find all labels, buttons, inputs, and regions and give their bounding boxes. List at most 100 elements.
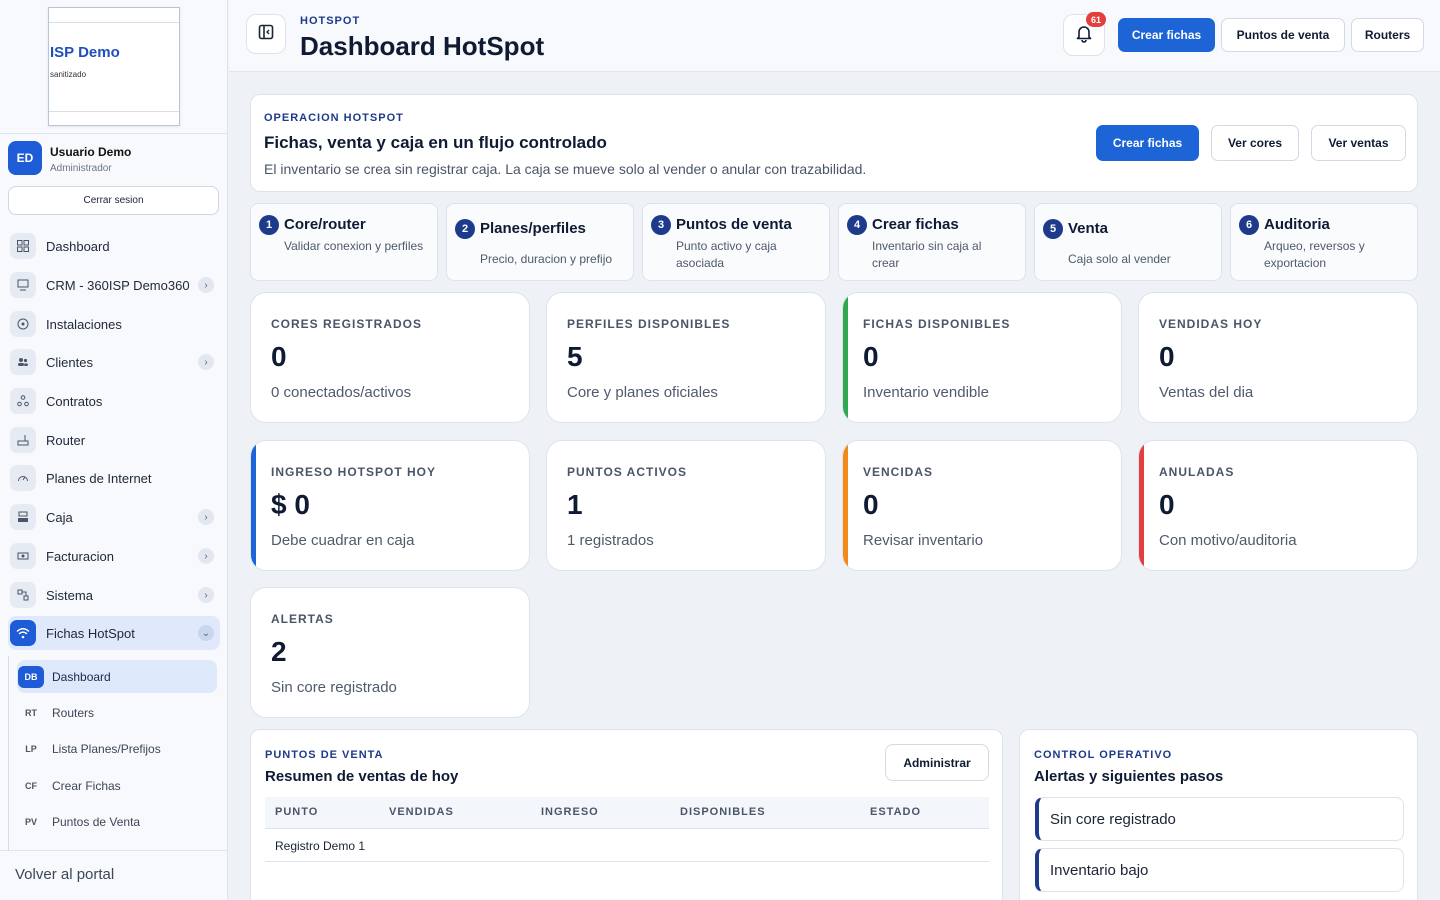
sidebar-item-label: Router bbox=[46, 432, 86, 448]
table-row[interactable]: Registro Demo 1 bbox=[265, 829, 989, 862]
section-kicker: CONTROL OPERATIVO bbox=[1034, 749, 1173, 761]
sidebar-item-sistema[interactable]: Sistema › bbox=[8, 578, 220, 612]
submenu-item-label: Dashboard bbox=[52, 669, 111, 684]
step-description: Precio, duracion y prefijo bbox=[480, 252, 613, 266]
stat-value: 0 bbox=[863, 489, 879, 520]
step-number: 3 bbox=[651, 215, 671, 235]
chevron-right-icon[interactable]: › bbox=[198, 548, 214, 564]
sidebar-item-label: Planes de Internet bbox=[46, 470, 152, 486]
sidebar-item-contratos[interactable]: Contratos bbox=[8, 384, 220, 418]
step-card-core-router[interactable]: 1 Core/router Validar conexion y perfile… bbox=[250, 203, 438, 281]
sidebar-item-label: Caja bbox=[46, 509, 73, 525]
sidebar-item-facturacion[interactable]: Facturacion › bbox=[8, 539, 220, 573]
wifi-icon bbox=[10, 620, 36, 646]
sidebar-toggle-button[interactable] bbox=[246, 14, 286, 54]
sidebar-item-label: Sistema bbox=[46, 587, 93, 603]
stat-label: INGRESO HOTSPOT HOY bbox=[271, 465, 437, 479]
stat-label: ALERTAS bbox=[271, 612, 334, 626]
control-card: CONTROL OPERATIVO Alertas y siguientes p… bbox=[1019, 729, 1418, 900]
sidebar-item-label: Fichas HotSpot bbox=[46, 625, 135, 641]
stat-value: 0 bbox=[863, 341, 879, 372]
chevron-right-icon[interactable]: › bbox=[198, 277, 214, 293]
logo-divider bbox=[49, 111, 179, 112]
step-card-venta[interactable]: 5 Venta Caja solo al vender bbox=[1034, 203, 1222, 281]
operation-kicker: OPERACION HOTSPOT bbox=[264, 112, 404, 124]
chevron-right-icon[interactable]: › bbox=[198, 587, 214, 603]
sidebar-item-crm[interactable]: CRM - 360ISP Demo360 › bbox=[8, 268, 220, 302]
view-cores-button[interactable]: Ver cores bbox=[1211, 125, 1299, 161]
sidebar-collapse-icon bbox=[258, 24, 274, 45]
stat-card-fichas-disponibles: FICHAS DISPONIBLES 0 Inventario vendible bbox=[842, 292, 1122, 423]
submenu-item-crear-fichas[interactable]: CF Crear Fichas bbox=[17, 769, 217, 802]
step-card-auditoria[interactable]: 6 Auditoria Arqueo, reversos y exportaci… bbox=[1230, 203, 1418, 281]
system-icon bbox=[10, 582, 36, 608]
stat-card-puntos-activos: PUNTOS ACTIVOS 1 1 registrados bbox=[546, 440, 826, 571]
submenu-item-dashboard[interactable]: DB Dashboard bbox=[17, 660, 217, 693]
step-card-crear-fichas[interactable]: 4 Crear fichas Inventario sin caja al cr… bbox=[838, 203, 1026, 281]
sidebar-item-clientes[interactable]: Clientes › bbox=[8, 345, 220, 379]
stat-card-ingreso-hoy: INGRESO HOTSPOT HOY $ 0 Debe cuadrar en … bbox=[250, 440, 530, 571]
dashboard-icon bbox=[10, 233, 36, 259]
cash-icon bbox=[10, 504, 36, 530]
step-number: 5 bbox=[1043, 219, 1063, 239]
chevron-right-icon[interactable]: › bbox=[198, 509, 214, 525]
view-sales-button[interactable]: Ver ventas bbox=[1311, 125, 1406, 161]
step-card-planes[interactable]: 2 Planes/perfiles Precio, duracion y pre… bbox=[446, 203, 634, 281]
stat-value: 1 bbox=[567, 489, 583, 520]
stat-label: ANULADAS bbox=[1159, 465, 1235, 479]
chevron-down-icon[interactable]: ⌄ bbox=[198, 625, 214, 641]
step-number: 2 bbox=[455, 219, 475, 239]
alert-item[interactable]: Inventario bajo bbox=[1035, 848, 1404, 892]
operation-title: Fichas, venta y caja en un flujo control… bbox=[264, 133, 607, 152]
sidebar-item-planes[interactable]: Planes de Internet bbox=[8, 461, 220, 495]
sidebar-item-fichas-hotspot[interactable]: Fichas HotSpot ⌄ bbox=[8, 616, 220, 650]
step-title: Planes/perfiles bbox=[480, 220, 586, 237]
stat-label: PUNTOS ACTIVOS bbox=[567, 465, 688, 479]
points-of-sale-button[interactable]: Puntos de venta bbox=[1221, 18, 1345, 52]
hotspot-submenu: DB Dashboard RT Routers LP Lista Planes/… bbox=[8, 656, 221, 850]
step-number: 1 bbox=[259, 215, 279, 235]
logo-subtitle: sanitizado bbox=[50, 70, 87, 79]
sidebar-item-router[interactable]: Router bbox=[8, 423, 220, 457]
routers-button[interactable]: Routers bbox=[1351, 18, 1424, 52]
logout-button[interactable]: Cerrar sesion bbox=[8, 186, 219, 215]
sidebar-item-dashboard[interactable]: Dashboard bbox=[8, 229, 220, 263]
divider bbox=[0, 133, 227, 134]
operation-create-fichas-button[interactable]: Crear fichas bbox=[1096, 125, 1199, 161]
submenu-item-label: Crear Fichas bbox=[52, 778, 121, 793]
sidebar-item-instalaciones[interactable]: Instalaciones bbox=[8, 307, 220, 341]
submenu-item-lista-planes[interactable]: LP Lista Planes/Prefijos bbox=[17, 732, 217, 765]
stat-accent-bar bbox=[1139, 441, 1144, 570]
stat-accent-bar bbox=[843, 441, 848, 570]
sidebar-item-caja[interactable]: Caja › bbox=[8, 500, 220, 534]
back-to-portal-link[interactable]: Volver al portal bbox=[15, 866, 114, 883]
stat-value: 0 bbox=[1159, 341, 1175, 372]
chevron-right-icon[interactable]: › bbox=[198, 354, 214, 370]
step-card-puntos-venta[interactable]: 3 Puntos de venta Punto activo y caja as… bbox=[642, 203, 830, 281]
stat-label: CORES REGISTRADOS bbox=[271, 317, 423, 331]
page-kicker: HOTSPOT bbox=[300, 15, 361, 27]
stat-card-anuladas: ANULADAS 0 Con motivo/auditoria bbox=[1138, 440, 1418, 571]
administrar-button[interactable]: Administrar bbox=[885, 744, 989, 781]
stat-subtitle: 0 conectados/activos bbox=[271, 384, 412, 401]
create-fichas-button[interactable]: Crear fichas bbox=[1118, 18, 1215, 52]
divider bbox=[0, 850, 227, 851]
router-icon bbox=[10, 427, 36, 453]
submenu-item-routers[interactable]: RT Routers bbox=[17, 696, 217, 729]
company-logo[interactable]: ISP Demo sanitizado bbox=[48, 7, 180, 126]
stat-subtitle: Inventario vendible bbox=[863, 384, 989, 401]
step-number: 6 bbox=[1239, 215, 1259, 235]
alert-item[interactable]: Sin core registrado bbox=[1035, 797, 1404, 841]
step-description: Punto activo y caja asociada bbox=[676, 239, 777, 270]
submenu-item-label: Routers bbox=[52, 705, 95, 720]
stat-subtitle: 1 registrados bbox=[567, 532, 654, 549]
submenu-code-badge: PV bbox=[24, 816, 37, 827]
submenu-code-badge: DB bbox=[18, 665, 44, 688]
sidebar-item-label: Contratos bbox=[46, 393, 103, 409]
stat-label: FICHAS DISPONIBLES bbox=[863, 317, 1011, 331]
submenu-item-puntos-venta[interactable]: PV Puntos de Venta bbox=[17, 805, 217, 838]
column-header: VENDIDAS bbox=[389, 806, 454, 818]
logo-name: ISP Demo bbox=[50, 44, 120, 61]
stat-label: PERFILES DISPONIBLES bbox=[567, 317, 731, 331]
submenu-code-badge: CF bbox=[25, 780, 37, 791]
